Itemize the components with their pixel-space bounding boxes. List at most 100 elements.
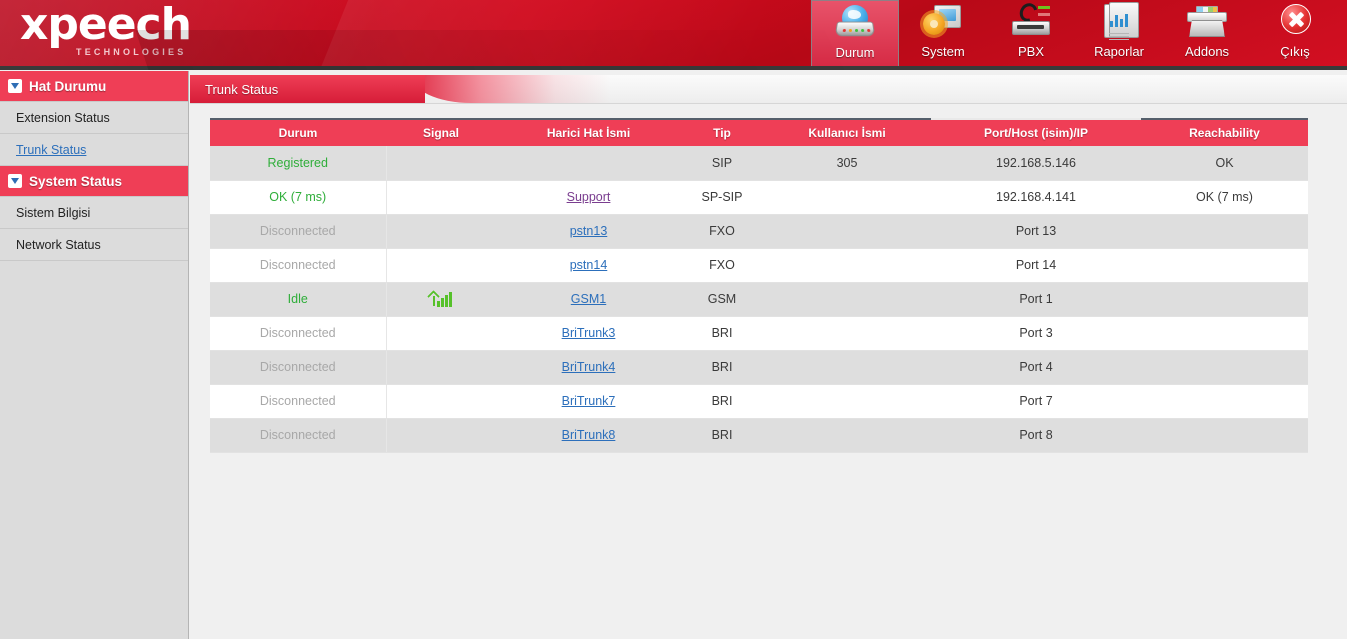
sidebar-section-title-system-status: System Status (29, 173, 123, 189)
table-row[interactable]: Disconnected pstn14 FXO Port 14 (210, 248, 1308, 283)
cell-username (763, 384, 931, 419)
sidebar-section-system-status[interactable]: System Status (0, 166, 188, 197)
cell-reachability: OK (1141, 146, 1308, 181)
addons-box-icon (1186, 3, 1228, 43)
cell-durum: Disconnected (210, 418, 387, 453)
cell-signal (386, 146, 496, 181)
cell-username (763, 180, 931, 215)
cell-username (763, 248, 931, 283)
content-area: Trunk Status Durum Signal Harici Hat İsm… (190, 71, 1347, 639)
cell-username (763, 214, 931, 249)
nav-item-pbx[interactable]: PBX (987, 0, 1075, 68)
cell-durum: Disconnected (210, 214, 387, 249)
table-row[interactable]: Disconnected pstn13 FXO Port 13 (210, 214, 1308, 249)
table-row[interactable]: Disconnected BriTrunk3 BRI Port 3 (210, 316, 1308, 351)
nav-item-durum[interactable]: Durum (811, 0, 899, 68)
tab-strip-divider (190, 103, 1347, 104)
cell-signal (386, 316, 496, 351)
status-badge: Disconnected (259, 428, 336, 442)
status-badge: OK (7 ms) (269, 190, 327, 204)
cell-signal (386, 418, 496, 453)
nav-label-pbx: PBX (1017, 44, 1044, 59)
cell-durum: Registered (210, 146, 387, 181)
cell-durum: Idle (210, 282, 387, 317)
sidebar-item-sistem-bilgisi[interactable]: Sistem Bilgisi (0, 197, 188, 229)
nav-label-addons: Addons (1184, 44, 1230, 59)
cell-trunk-name (496, 146, 681, 181)
table-row[interactable]: Registered SIP 305 192.168.5.146 OK (210, 146, 1308, 181)
cell-durum: Disconnected (210, 350, 387, 385)
reports-chart-icon (1098, 2, 1140, 43)
cell-reachability (1141, 214, 1308, 249)
brand-name: xpeech (20, 0, 192, 50)
cell-durum: OK (7 ms) (210, 180, 387, 215)
table-row[interactable]: Disconnected BriTrunk4 BRI Port 4 (210, 350, 1308, 385)
trunk-status-table: Durum Signal Harici Hat İsmi Tip Kullanı… (210, 118, 1308, 453)
nav-item-raporlar[interactable]: Raporlar (1075, 0, 1163, 68)
nav-label-cikis: Çıkış (1280, 44, 1310, 59)
chevron-down-icon[interactable] (8, 174, 22, 188)
nav-item-cikis[interactable]: Çıkış (1251, 0, 1339, 68)
cell-signal (386, 282, 496, 317)
cell-username (763, 350, 931, 385)
nav-item-system[interactable]: System (899, 0, 987, 68)
sidebar-item-network-status[interactable]: Network Status (0, 229, 188, 261)
table-row[interactable]: Idle GSM1 GSM Port 1 (210, 282, 1308, 317)
status-badge: Disconnected (259, 258, 336, 272)
cell-tip: BRI (681, 384, 763, 419)
chevron-down-icon[interactable] (8, 79, 22, 93)
trunk-name-link[interactable]: pstn14 (570, 258, 608, 272)
cell-trunk-name: BriTrunk4 (496, 350, 681, 385)
cell-tip: BRI (681, 316, 763, 351)
cell-reachability (1141, 418, 1308, 453)
cell-port-host: Port 4 (931, 350, 1141, 385)
cell-port-host: Port 14 (931, 248, 1141, 283)
table-row[interactable]: OK (7 ms) Support SP-SIP 192.168.4.141 OK (7… (210, 180, 1308, 215)
trunk-name-link[interactable]: BriTrunk7 (562, 394, 616, 408)
cell-trunk-name: BriTrunk7 (496, 384, 681, 419)
cell-reachability: OK (7 ms) (1141, 180, 1308, 215)
cell-tip: BRI (681, 350, 763, 385)
column-header-trunk-name[interactable]: Harici Hat İsmi (496, 118, 681, 146)
brand-logo[interactable]: xpeech TECHNOLOGIES (20, 3, 195, 63)
status-badge: Disconnected (259, 326, 336, 340)
cell-durum: Disconnected (210, 384, 387, 419)
sidebar-section-hat-durumu[interactable]: Hat Durumu (0, 71, 188, 102)
column-header-reachability[interactable]: Reachability (1141, 118, 1308, 146)
cell-reachability (1141, 282, 1308, 317)
status-badge: Disconnected (259, 360, 336, 374)
cell-reachability (1141, 350, 1308, 385)
trunk-name-link[interactable]: BriTrunk8 (562, 428, 616, 442)
cell-username (763, 316, 931, 351)
column-header-durum[interactable]: Durum (210, 118, 386, 146)
sidebar-item-trunk-status[interactable]: Trunk Status (0, 134, 188, 166)
table-row[interactable]: Disconnected BriTrunk7 BRI Port 7 (210, 384, 1308, 419)
cell-trunk-name: pstn14 (496, 248, 681, 283)
sidebar-item-extension-status[interactable]: Extension Status (0, 102, 188, 134)
table-row[interactable]: Disconnected BriTrunk8 BRI Port 8 (210, 418, 1308, 453)
trunk-name-link[interactable]: GSM1 (571, 292, 606, 306)
trunk-name-link[interactable]: BriTrunk4 (562, 360, 616, 374)
cell-durum: Disconnected (210, 316, 387, 351)
cell-signal (386, 248, 496, 283)
cell-tip: FXO (681, 214, 763, 249)
column-header-port-host[interactable]: Port/Host (isim)/IP (931, 118, 1141, 146)
page-root: xpeech TECHNOLOGIES Durum System PBX Rap… (0, 0, 1347, 639)
cell-port-host: Port 3 (931, 316, 1141, 351)
trunk-name-link[interactable]: pstn13 (570, 224, 608, 238)
column-header-username[interactable]: Kullanıcı İsmi (763, 118, 931, 146)
cell-signal (386, 214, 496, 249)
tab-trunk-status[interactable]: Trunk Status (190, 75, 425, 103)
cell-signal (386, 350, 496, 385)
column-header-tip[interactable]: Tip (681, 118, 763, 146)
cell-port-host: 192.168.4.141 (931, 180, 1141, 215)
nav-item-addons[interactable]: Addons (1163, 0, 1251, 68)
cell-port-host: Port 7 (931, 384, 1141, 419)
tab-curve-decoration (411, 75, 611, 103)
trunk-table-wrapper: Durum Signal Harici Hat İsmi Tip Kullanı… (210, 118, 1308, 453)
signal-bars-icon (427, 290, 453, 307)
column-header-signal[interactable]: Signal (386, 118, 496, 146)
cell-username: 305 (763, 146, 931, 181)
trunk-name-link[interactable]: BriTrunk3 (562, 326, 616, 340)
trunk-name-link[interactable]: Support (567, 190, 611, 204)
